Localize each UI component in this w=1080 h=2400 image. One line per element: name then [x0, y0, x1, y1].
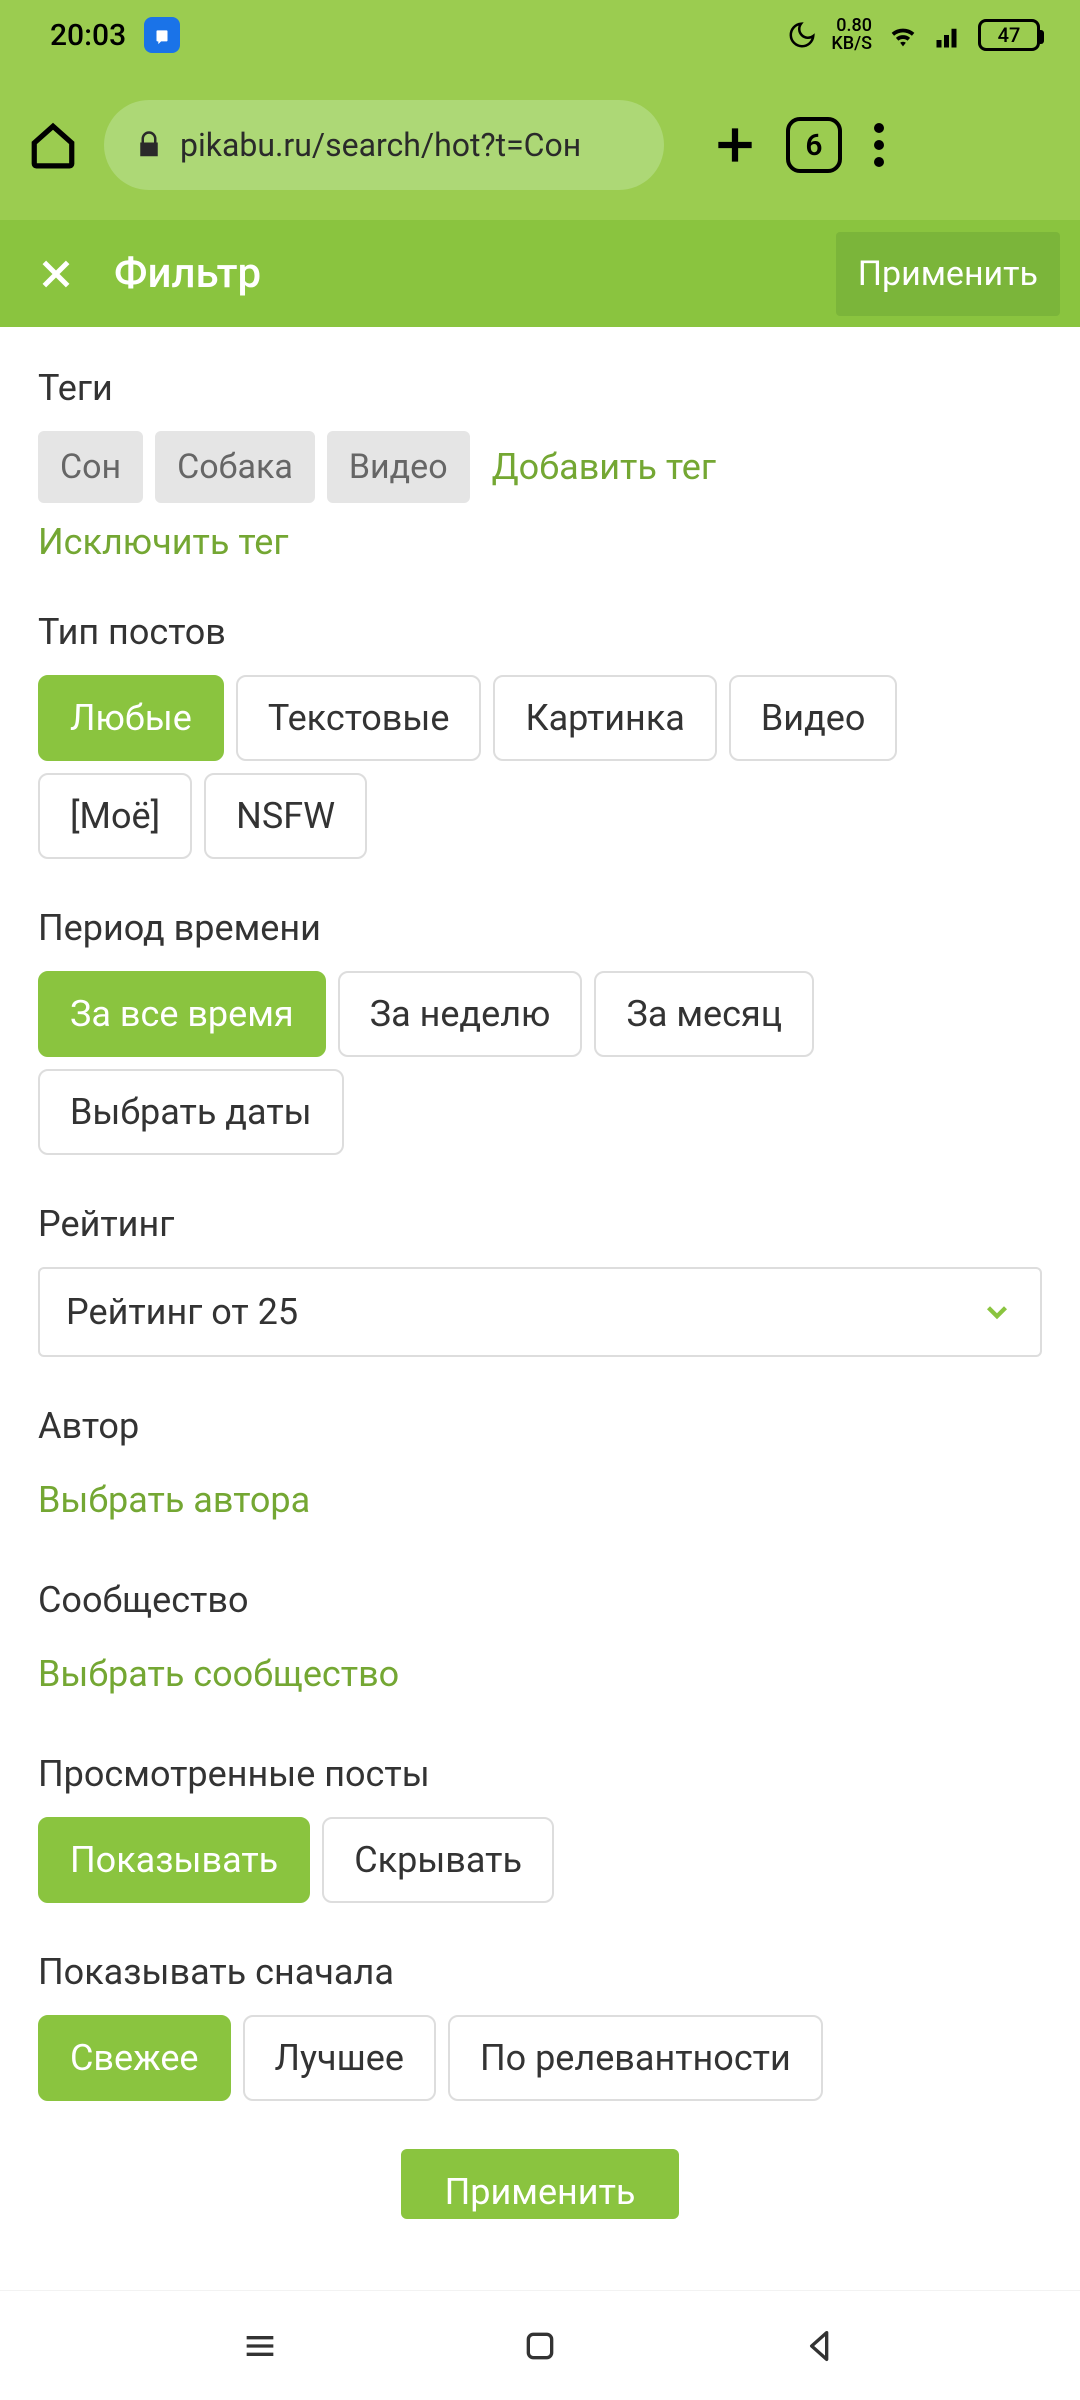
- wifi-icon: [886, 18, 920, 52]
- url-text: pikabu.ru/search/hot?t=Сон: [180, 126, 581, 164]
- viewed-option[interactable]: Скрывать: [322, 1817, 554, 1903]
- rating-value: Рейтинг от 25: [66, 1291, 298, 1333]
- period-section: Период времени За все времяЗа неделюЗа м…: [38, 907, 1042, 1155]
- viewed-label: Просмотренные посты: [38, 1753, 1042, 1795]
- tabs-button[interactable]: 6: [786, 117, 842, 173]
- tag-chip[interactable]: Сон: [38, 431, 143, 503]
- period-option[interactable]: Выбрать даты: [38, 1069, 344, 1155]
- rating-section: Рейтинг Рейтинг от 25: [38, 1203, 1042, 1357]
- tag-chip[interactable]: Видео: [327, 431, 470, 503]
- sort-option[interactable]: Лучшее: [243, 2015, 436, 2101]
- rating-select[interactable]: Рейтинг от 25: [38, 1267, 1042, 1357]
- viewed-section: Просмотренные посты ПоказыватьСкрывать: [38, 1753, 1042, 1903]
- close-icon[interactable]: [36, 254, 76, 294]
- app-notification-icon: [144, 17, 180, 53]
- community-section: Сообщество Выбрать сообщество: [38, 1579, 1042, 1705]
- url-bar[interactable]: pikabu.ru/search/hot?t=Сон: [104, 100, 664, 190]
- signal-icon: [934, 20, 964, 50]
- period-label: Период времени: [38, 907, 1042, 949]
- post-type-option[interactable]: [Моё]: [38, 773, 192, 859]
- select-author-link[interactable]: Выбрать автора: [38, 1469, 320, 1531]
- post-type-option[interactable]: Картинка: [493, 675, 716, 761]
- system-nav-bar: [0, 2290, 1080, 2400]
- period-option[interactable]: За месяц: [594, 971, 814, 1057]
- tags-section: Теги Сон Собака Видео Добавить тег Исклю…: [38, 367, 1042, 563]
- battery-icon: 47: [978, 19, 1040, 51]
- select-community-link[interactable]: Выбрать сообщество: [38, 1643, 409, 1705]
- post-type-option[interactable]: Любые: [38, 675, 224, 761]
- moon-icon: [787, 20, 817, 50]
- post-type-option[interactable]: NSFW: [204, 773, 367, 859]
- post-type-option[interactable]: Текстовые: [236, 675, 482, 761]
- filter-header: Фильтр Применить: [0, 220, 1080, 327]
- home-nav-icon[interactable]: [520, 2326, 560, 2366]
- filter-title: Фильтр: [114, 249, 798, 298]
- apply-button-top[interactable]: Применить: [836, 232, 1060, 316]
- lock-icon: [134, 130, 164, 160]
- exclude-tag-link[interactable]: Исключить тег: [38, 521, 288, 563]
- viewed-option[interactable]: Показывать: [38, 1817, 310, 1903]
- author-label: Автор: [38, 1405, 1042, 1447]
- chevron-down-icon: [980, 1295, 1014, 1329]
- apply-button-bottom[interactable]: Применить: [401, 2149, 680, 2219]
- tags-label: Теги: [38, 367, 1042, 409]
- rating-label: Рейтинг: [38, 1203, 1042, 1245]
- post-type-option[interactable]: Видео: [729, 675, 898, 761]
- tag-chip[interactable]: Собака: [155, 431, 315, 503]
- add-tag-link[interactable]: Добавить тег: [482, 436, 726, 498]
- period-option[interactable]: За все время: [38, 971, 326, 1057]
- community-label: Сообщество: [38, 1579, 1042, 1621]
- browser-toolbar: pikabu.ru/search/hot?t=Сон 6: [0, 70, 1080, 220]
- back-icon[interactable]: [800, 2326, 840, 2366]
- clock: 20:03: [50, 18, 126, 53]
- sort-label: Показывать сначала: [38, 1951, 1042, 1993]
- network-speed: 0.80 KB/S: [831, 17, 872, 53]
- home-icon[interactable]: [28, 120, 78, 170]
- post-type-section: Тип постов ЛюбыеТекстовыеКартинкаВидео [М…: [38, 611, 1042, 859]
- sort-option[interactable]: По релевантности: [448, 2015, 823, 2101]
- period-option[interactable]: За неделю: [338, 971, 583, 1057]
- new-tab-icon[interactable]: [710, 120, 760, 170]
- recents-icon[interactable]: [240, 2326, 280, 2366]
- author-section: Автор Выбрать автора: [38, 1405, 1042, 1531]
- more-menu-icon[interactable]: [874, 123, 884, 167]
- post-type-label: Тип постов: [38, 611, 1042, 653]
- sort-option[interactable]: Свежее: [38, 2015, 231, 2101]
- status-bar: 20:03 0.80 KB/S 47: [0, 0, 1080, 70]
- sort-section: Показывать сначала СвежееЛучшееПо релева…: [38, 1951, 1042, 2101]
